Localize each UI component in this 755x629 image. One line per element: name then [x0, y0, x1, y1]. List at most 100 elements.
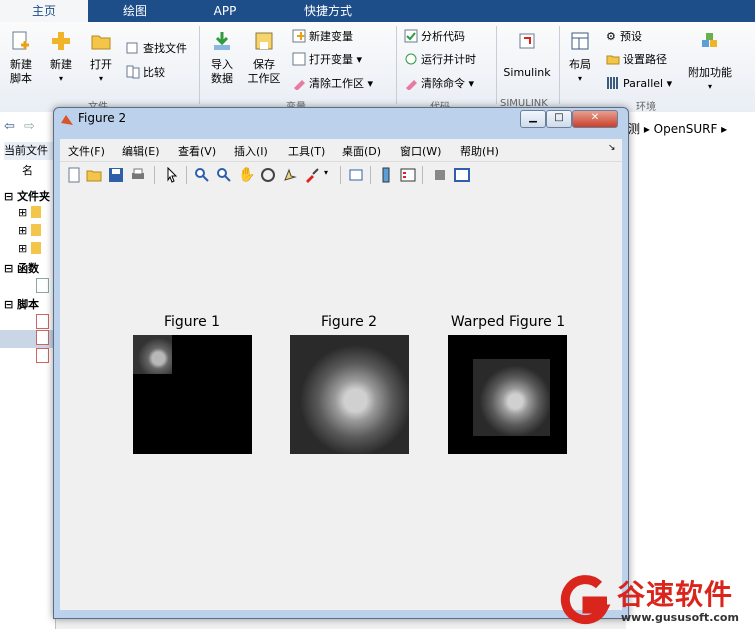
- new-script-label: 新建 脚本: [10, 58, 32, 85]
- clear-workspace-icon: [294, 80, 305, 90]
- collapse-icon[interactable]: ⊟: [4, 298, 13, 311]
- set-path-button[interactable]: 设置路径: [606, 51, 667, 69]
- axes-figure-2[interactable]: [290, 335, 409, 454]
- open-file-icon[interactable]: [86, 167, 102, 183]
- forward-arrow-icon[interactable]: ⇨: [24, 119, 35, 134]
- preferences-button[interactable]: ⚙ 预设: [606, 28, 642, 46]
- current-folder-header: 当前文件: [4, 142, 55, 160]
- maximize-button[interactable]: □: [546, 110, 572, 128]
- axes-warped-figure-1[interactable]: [448, 335, 567, 454]
- collapse-icon[interactable]: ⊟: [4, 262, 13, 275]
- save-workspace-label: 保存 工作区: [247, 58, 281, 85]
- compare-label: 比较: [143, 66, 165, 79]
- new-figure-icon[interactable]: [66, 167, 82, 183]
- plot-title-figure-2: Figure 2: [320, 314, 378, 330]
- watermark-url: www.gususoft.com: [621, 611, 739, 624]
- folder-section[interactable]: ⊟ 文件夹: [4, 188, 50, 204]
- menu-window[interactable]: 窗口(W): [400, 143, 441, 159]
- scripts-section[interactable]: ⊟ 脚本: [4, 296, 39, 312]
- simulink-button[interactable]: Simulink: [500, 30, 554, 80]
- clear-commands-button[interactable]: 清除命令 ▾: [404, 75, 474, 93]
- selected-list-item[interactable]: [0, 330, 55, 348]
- import-data-label: 导入 数据: [211, 58, 233, 85]
- figure-canvas[interactable]: Figure 1 Figure 2 Warped Figure 1: [60, 190, 622, 610]
- parallel-button[interactable]: Parallel ▾: [606, 75, 672, 93]
- tab-home[interactable]: 主页: [0, 0, 88, 22]
- open-variable-button[interactable]: 打开变量 ▾: [292, 51, 362, 69]
- list-item[interactable]: [36, 278, 49, 296]
- menu-insert[interactable]: 插入(I): [234, 143, 268, 159]
- rotate-3d-icon[interactable]: [260, 167, 276, 183]
- back-arrow-icon[interactable]: ⇦: [4, 119, 15, 134]
- gususoft-logo-icon: [560, 575, 611, 625]
- parallel-label: Parallel: [623, 77, 664, 90]
- set-path-icon: [606, 55, 620, 65]
- find-files-button[interactable]: 查找文件: [126, 40, 187, 58]
- list-item[interactable]: ⊞: [18, 242, 41, 255]
- function-file-icon: [36, 278, 49, 293]
- import-icon: [214, 32, 230, 50]
- tab-apps[interactable]: APP: [182, 0, 268, 22]
- addons-button[interactable]: 附加功能 ▾: [684, 30, 736, 94]
- menu-edit[interactable]: 编辑(E): [122, 143, 160, 159]
- show-plot-tools-icon[interactable]: [454, 167, 470, 183]
- script-file-icon: [36, 314, 49, 329]
- collapse-icon[interactable]: ⊟: [4, 190, 13, 203]
- save-workspace-button[interactable]: 保存 工作区: [244, 30, 284, 86]
- data-cursor-icon[interactable]: [282, 167, 298, 183]
- import-data-button[interactable]: 导入 数据: [204, 30, 240, 86]
- watermark-brand: 谷速软件: [617, 578, 734, 611]
- menu-view[interactable]: 查看(V): [178, 143, 216, 159]
- list-item[interactable]: [36, 348, 49, 366]
- compare-button[interactable]: 比较: [126, 64, 165, 82]
- analyze-code-button[interactable]: 分析代码: [404, 28, 465, 46]
- name-column-header[interactable]: 名: [22, 162, 33, 178]
- zoom-in-icon[interactable]: [194, 167, 210, 183]
- save-icon[interactable]: [108, 167, 124, 183]
- menu-desktop[interactable]: 桌面(D): [342, 143, 381, 159]
- toolbar-divider: [422, 166, 423, 184]
- folder-icon: [30, 242, 41, 254]
- matlab-logo-icon: [61, 115, 73, 125]
- dock-arrow-icon[interactable]: ↘: [608, 143, 616, 153]
- close-button[interactable]: ✕: [572, 110, 618, 128]
- figure-window-title: Figure 2: [78, 111, 127, 125]
- functions-section[interactable]: ⊟ 函数: [4, 260, 39, 276]
- address-path-tail[interactable]: 测 ▸ OpenSURF ▸: [628, 120, 727, 137]
- figure-toolbar: ✋ ▾: [60, 161, 622, 191]
- minimize-button[interactable]: ▁: [520, 110, 546, 128]
- run-and-time-button[interactable]: 运行并计时: [404, 51, 476, 69]
- list-item[interactable]: ⊞: [18, 224, 41, 237]
- figure-window[interactable]: Figure 2 ▁ □ ✕ 文件(F) 编辑(E) 查看(V) 插入(I) 工…: [53, 107, 629, 619]
- link-plot-icon[interactable]: [348, 167, 364, 183]
- new-button[interactable]: 新建 ▾: [44, 30, 78, 86]
- tab-plots[interactable]: 绘图: [92, 0, 178, 22]
- current-folder-panel: 当前文件 名 ⊟ 文件夹 ⊞ ⊞ ⊞ ⊟ 函数 ⊟ 脚本: [0, 142, 56, 629]
- pan-hand-icon[interactable]: ✋: [238, 167, 255, 183]
- print-icon[interactable]: [130, 167, 146, 183]
- scripts-section-label: 脚本: [17, 298, 40, 311]
- open-button[interactable]: 打开 ▾: [84, 30, 118, 86]
- new-script-button[interactable]: 新建 脚本: [4, 30, 38, 86]
- tab-shortcuts[interactable]: 快捷方式: [272, 0, 384, 22]
- pointer-icon[interactable]: [164, 167, 180, 183]
- hide-plot-tools-icon[interactable]: [432, 167, 448, 183]
- brush-icon[interactable]: [304, 167, 320, 183]
- command-window-area: [626, 142, 755, 629]
- axes-figure-1[interactable]: [133, 335, 252, 454]
- menu-file[interactable]: 文件(F): [68, 143, 105, 159]
- menu-help[interactable]: 帮助(H): [460, 143, 499, 159]
- menu-tools[interactable]: 工具(T): [288, 143, 325, 159]
- layout-button[interactable]: 布局 ▾: [564, 30, 596, 86]
- colorbar-icon[interactable]: [378, 167, 394, 183]
- ribbon-toolstrip: 新建 脚本 新建 ▾ 打开 ▾ 查找文件 比较 文件 导入 数据 保存 工作区 …: [0, 22, 755, 113]
- new-variable-button[interactable]: 新建变量: [292, 28, 353, 46]
- list-item[interactable]: ⊞: [18, 206, 41, 219]
- script-file-icon: [36, 330, 49, 345]
- legend-icon[interactable]: [400, 167, 416, 183]
- new-variable-icon: [292, 29, 306, 43]
- zoom-out-icon[interactable]: [216, 167, 232, 183]
- brush-dropdown-icon[interactable]: ▾: [324, 168, 328, 177]
- clear-workspace-button[interactable]: 清除工作区 ▾: [292, 75, 373, 93]
- group-divider: [496, 26, 497, 104]
